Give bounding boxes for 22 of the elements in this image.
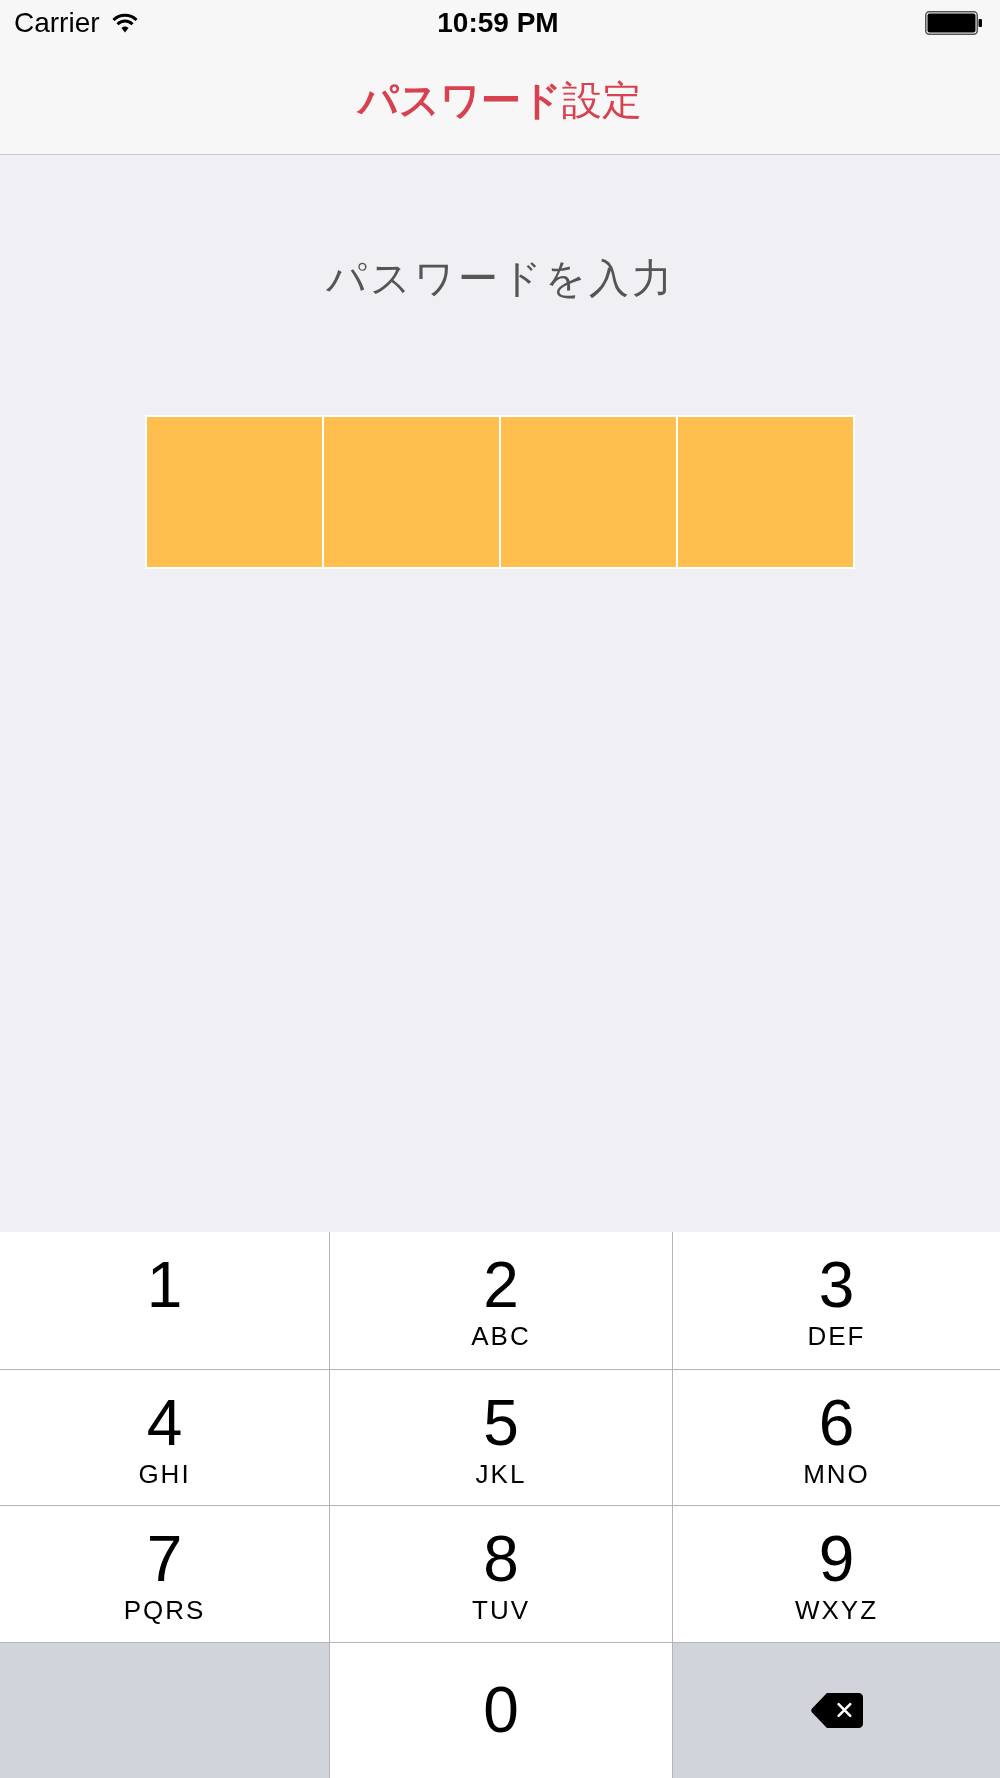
passcode-digit-field[interactable] <box>501 417 676 567</box>
keypad-key[interactable]: 2 ABC <box>329 1232 672 1369</box>
wifi-icon <box>111 13 138 33</box>
backspace-icon <box>810 1692 863 1728</box>
keypad-key[interactable]: 7 PQRS <box>0 1505 329 1642</box>
keypad-key[interactable]: 5 JKL <box>329 1368 672 1505</box>
keypad-key[interactable]: 1 <box>0 1232 329 1369</box>
clock-time: 10:59 PM <box>437 9 559 37</box>
keypad-key[interactable]: 0 <box>329 1641 672 1778</box>
keypad-key[interactable]: 6 MNO <box>672 1368 1000 1505</box>
passcode-digit-field[interactable] <box>678 417 853 567</box>
screen-title: パスワード設定 <box>358 77 642 124</box>
carrier-label: Carrier <box>14 9 100 37</box>
keypad-key[interactable]: 3 DEF <box>672 1232 1000 1369</box>
password-prompt: パスワードを入力 <box>325 255 675 302</box>
keypad-key[interactable]: 8 TUV <box>329 1505 672 1642</box>
keypad-key[interactable]: 9 WXYZ <box>672 1505 1000 1642</box>
battery-icon <box>925 11 982 35</box>
passcode-digit-field[interactable] <box>324 417 499 567</box>
passcode-digit-field[interactable] <box>147 417 322 567</box>
delete-key[interactable] <box>672 1641 1000 1778</box>
keypad-key[interactable]: 4 GHI <box>0 1368 329 1505</box>
